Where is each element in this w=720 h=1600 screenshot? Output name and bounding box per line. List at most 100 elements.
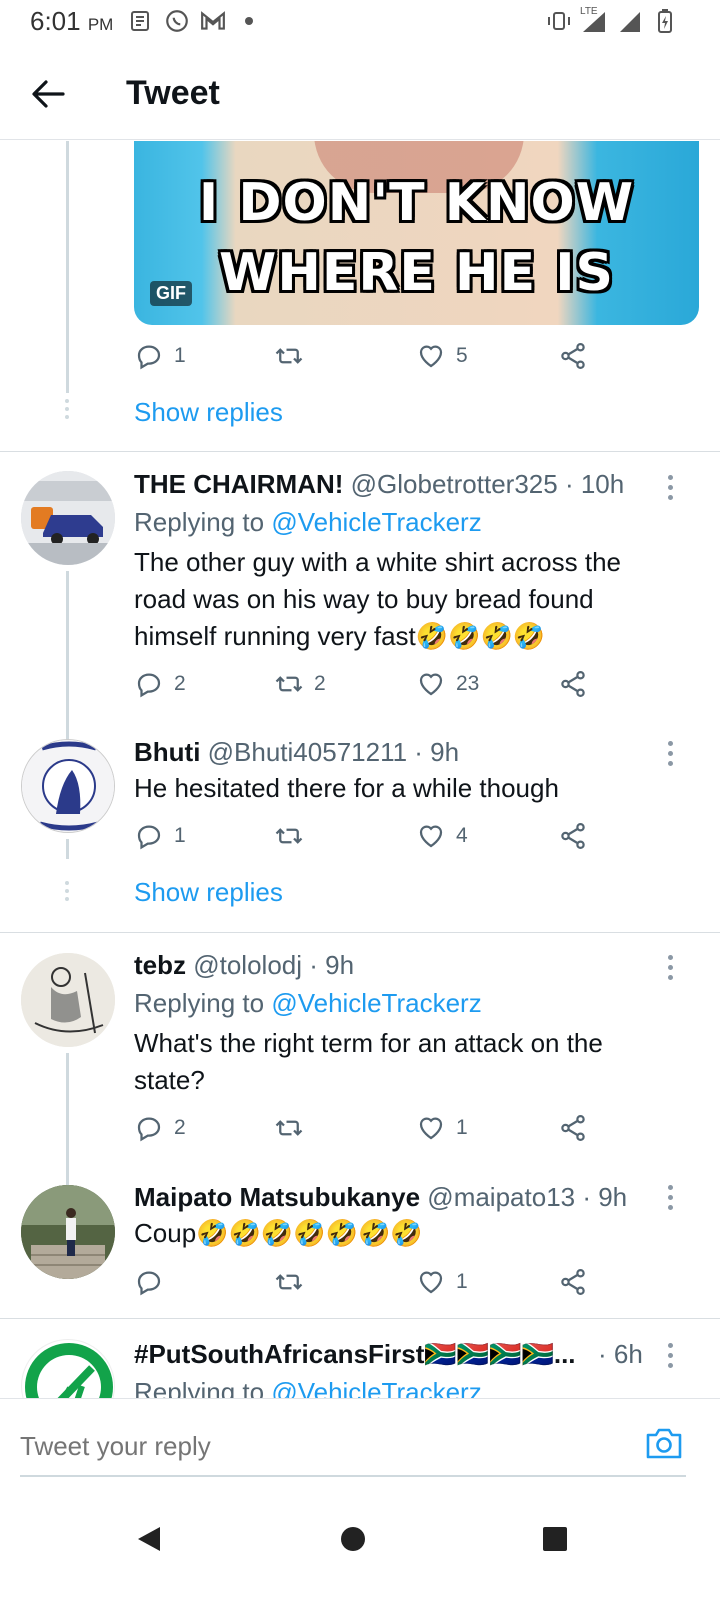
reply-icon [137,673,161,698]
more-options-button[interactable] [660,475,680,500]
like-button[interactable]: 4 [416,821,468,851]
share-button[interactable] [558,1267,588,1297]
avatar[interactable] [21,1185,115,1279]
like-button[interactable]: 23 [416,669,479,699]
more-options-button[interactable] [660,741,680,766]
thread-line [66,1053,69,1185]
reply-icon [137,1271,161,1296]
user-name[interactable]: tebz [134,950,186,980]
camera-icon [646,1428,682,1459]
show-replies-link[interactable]: Show replies [134,877,283,908]
replying-handle[interactable]: @VehicleTrackerz [271,507,481,537]
compose-underline [20,1475,686,1477]
dot-icon [236,8,262,34]
share-button[interactable] [558,669,588,699]
tweet-actions: 2 2 23 [134,669,604,705]
heart-icon [419,345,443,368]
lte-signal-icon: LTE [580,6,610,34]
user-handle[interactable]: @tololodj [193,950,302,980]
share-icon [561,1269,585,1295]
more-options-button[interactable] [660,955,680,980]
retweet-icon [275,676,303,692]
user-name[interactable]: Bhuti [134,737,200,767]
user-name[interactable]: THE CHAIRMAN! [134,469,343,499]
reply-button[interactable] [134,1267,174,1297]
retweet-button[interactable] [274,341,314,371]
arrow-left-icon [32,80,65,108]
share-icon [561,823,585,849]
retweet-button[interactable] [274,1267,314,1297]
heart-icon [419,673,443,696]
retweet-button[interactable]: 2 [274,669,326,699]
tweet-feed[interactable]: I DON'T KNOW WHERE HE IS GIF 1 5 Show re… [0,141,720,1425]
notification-icons [128,8,262,34]
nav-recents-button[interactable] [530,1514,580,1564]
tweet-time: · 9h [309,950,355,980]
news-icon [128,8,154,34]
divider [0,1318,720,1319]
status-bar: 6:01 PM LTE [0,0,720,44]
avatar[interactable] [21,739,115,833]
like-button[interactable]: 5 [416,341,468,371]
reply-icon [137,345,161,370]
reply-count: 2 [174,1116,186,1139]
like-count: 23 [456,672,480,695]
share-button[interactable] [558,1113,588,1143]
tweet-header: tebz @tololodj · 9h [134,950,660,981]
reply-button[interactable]: 2 [134,1113,186,1143]
reply-input[interactable] [20,1409,640,1465]
gif-caption-line2: WHERE HE IS [218,243,614,303]
share-button[interactable] [558,341,588,371]
replying-to: Replying to @VehicleTrackerz [134,988,482,1019]
more-options-button[interactable] [660,1343,680,1368]
like-count: 4 [456,824,468,847]
vibrate-icon [546,8,572,34]
like-button[interactable]: 1 [416,1267,468,1297]
tweet-text: Coup🤣🤣🤣🤣🤣🤣🤣 [134,1218,423,1248]
divider [0,451,720,452]
nav-back-button[interactable] [124,1514,174,1564]
back-button[interactable] [28,74,68,114]
whatsapp-icon [164,8,190,34]
retweet-count: 2 [314,672,326,695]
more-options-button[interactable] [660,1185,680,1210]
reply-button[interactable]: 2 [134,669,186,699]
share-icon [561,343,585,369]
like-button[interactable]: 1 [416,1113,468,1143]
avatar[interactable] [21,471,115,565]
gif-media[interactable]: I DON'T KNOW WHERE HE IS GIF [134,141,699,325]
thread-dots [65,399,70,419]
page-title: Tweet [126,74,220,112]
user-handle[interactable]: @Globetrotter325 [351,469,558,499]
tweet-actions: 1 5 [134,341,604,377]
show-replies-link[interactable]: Show replies [134,397,283,428]
status-time-ampm: PM [87,15,114,34]
triangle-back-icon [138,1527,160,1551]
thread-line [66,571,69,741]
reply-button[interactable]: 1 [134,341,186,371]
reply-count: 2 [174,672,186,695]
tweet-text: What's the right term for an attack on t… [134,1028,603,1095]
retweet-icon [275,348,303,364]
battery-charging-icon [652,8,678,34]
reply-button[interactable]: 1 [134,821,186,851]
share-button[interactable] [558,821,588,851]
judgment-avatar-image [22,740,114,832]
heart-icon [419,825,443,848]
nav-home-button[interactable] [328,1514,378,1564]
user-name[interactable]: Maipato Matsubukanye [134,1182,420,1212]
retweet-button[interactable] [274,821,314,851]
circle-home-icon [341,1527,365,1551]
thread-line [66,141,69,393]
camera-button[interactable] [644,1425,686,1463]
user-handle[interactable]: @Bhuti40571211 [208,737,407,767]
replying-handle[interactable]: @VehicleTrackerz [271,988,481,1018]
avatar[interactable] [21,953,115,1047]
app-header: Tweet [0,44,720,140]
user-name[interactable]: #PutSouthAfricansFirst🇿🇦🇿🇦🇿🇦🇿🇦... [134,1339,576,1369]
car-avatar-image [21,471,115,565]
retweet-button[interactable] [274,1113,314,1143]
system-navigation-bar [0,1480,720,1600]
tweet-time: · 9h [582,1182,628,1212]
user-handle[interactable]: @maipato13 [427,1182,575,1212]
